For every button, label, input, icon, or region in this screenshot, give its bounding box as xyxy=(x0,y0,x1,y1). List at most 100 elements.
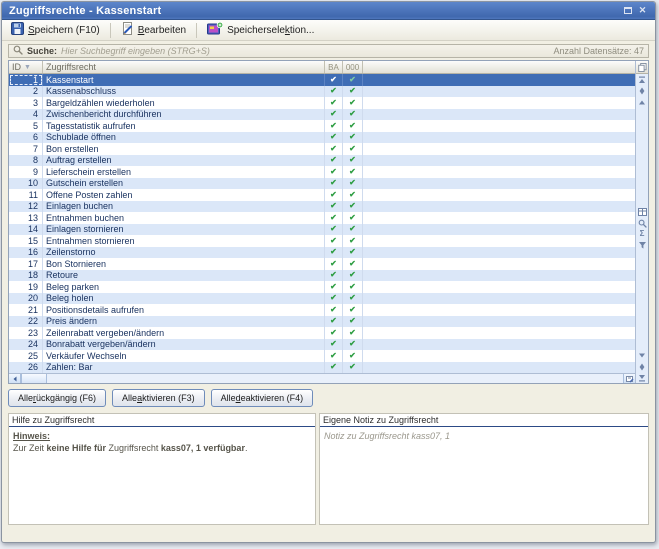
scroll-bottom-icon[interactable] xyxy=(636,372,648,383)
ba-check[interactable]: ✔ xyxy=(325,120,343,132)
ba-check[interactable]: ✔ xyxy=(325,350,343,362)
ba-check[interactable]: ✔ xyxy=(325,235,343,247)
search-input[interactable] xyxy=(61,45,549,57)
ba-check[interactable]: ✔ xyxy=(325,143,343,155)
scroll-left-icon[interactable] xyxy=(9,374,21,383)
ba-check[interactable]: ✔ xyxy=(325,281,343,293)
000-check[interactable]: ✔ xyxy=(343,235,363,247)
table-row[interactable]: 24Bonrabatt vergeben/ändern✔✔ xyxy=(9,339,635,351)
vscrollbar-track[interactable] xyxy=(636,251,648,351)
table-row[interactable]: 2Kassenabschluss✔✔ xyxy=(9,86,635,98)
sum-icon[interactable]: Σ xyxy=(636,229,648,240)
000-check[interactable]: ✔ xyxy=(343,109,363,121)
column-header-ba[interactable]: BA xyxy=(325,61,343,73)
vscrollbar-track[interactable] xyxy=(636,107,648,207)
000-check[interactable]: ✔ xyxy=(343,247,363,259)
copy-icon[interactable] xyxy=(636,61,648,74)
save-button[interactable]: Speichern (F10) xyxy=(6,21,105,39)
table-row[interactable]: 25Verkäufer Wechseln✔✔ xyxy=(9,350,635,362)
table-row[interactable]: 13Entnahmen buchen✔✔ xyxy=(9,212,635,224)
000-check[interactable]: ✔ xyxy=(343,327,363,339)
table-row[interactable]: 23Zeilenrabatt vergeben/ändern✔✔ xyxy=(9,327,635,339)
ba-check[interactable]: ✔ xyxy=(325,327,343,339)
scroll-down-icon[interactable] xyxy=(636,350,648,361)
restore-icon[interactable] xyxy=(620,4,635,17)
000-check[interactable]: ✔ xyxy=(343,74,363,86)
table-row[interactable]: 5Tagesstatistik aufrufen✔✔ xyxy=(9,120,635,132)
undo-all-button[interactable]: Alle rückgängig (F6) xyxy=(8,389,106,407)
000-check[interactable]: ✔ xyxy=(343,316,363,328)
column-header-id[interactable]: ID ▼ xyxy=(9,61,43,73)
000-check[interactable]: ✔ xyxy=(343,143,363,155)
table-row[interactable]: 26Zahlen: Bar✔✔ xyxy=(9,362,635,374)
table-row[interactable]: 16Zeilenstorno✔✔ xyxy=(9,247,635,259)
ba-check[interactable]: ✔ xyxy=(325,74,343,86)
000-check[interactable]: ✔ xyxy=(343,362,363,374)
000-check[interactable]: ✔ xyxy=(343,155,363,167)
table-row[interactable]: 21Positionsdetails aufrufen✔✔ xyxy=(9,304,635,316)
000-check[interactable]: ✔ xyxy=(343,270,363,282)
ba-check[interactable]: ✔ xyxy=(325,86,343,98)
hscrollbar-track[interactable] xyxy=(47,374,623,383)
filter-customize-icon[interactable] xyxy=(623,374,635,383)
ba-check[interactable]: ✔ xyxy=(325,109,343,121)
edit-button[interactable]: Bearbeiten xyxy=(116,21,191,39)
memory-selection-button[interactable]: Speicherselektion... xyxy=(202,21,319,40)
column-chooser-icon[interactable] xyxy=(636,207,648,218)
column-header-000[interactable]: 000 xyxy=(343,61,363,73)
column-header-zugriffsrecht[interactable]: Zugriffsrecht xyxy=(43,61,325,73)
000-check[interactable]: ✔ xyxy=(343,281,363,293)
ba-check[interactable]: ✔ xyxy=(325,224,343,236)
table-row[interactable]: 9Lieferschein erstellen✔✔ xyxy=(9,166,635,178)
ba-check[interactable]: ✔ xyxy=(325,166,343,178)
000-check[interactable]: ✔ xyxy=(343,258,363,270)
activate-all-button[interactable]: Alle aktivieren (F3) xyxy=(112,389,205,407)
000-check[interactable]: ✔ xyxy=(343,97,363,109)
table-row[interactable]: 18Retoure✔✔ xyxy=(9,270,635,282)
000-check[interactable]: ✔ xyxy=(343,201,363,213)
ba-check[interactable]: ✔ xyxy=(325,97,343,109)
ba-check[interactable]: ✔ xyxy=(325,258,343,270)
scroll-drag-icon[interactable] xyxy=(636,361,648,372)
000-check[interactable]: ✔ xyxy=(343,224,363,236)
ba-check[interactable]: ✔ xyxy=(325,189,343,201)
table-row[interactable]: 15Entnahmen stornieren✔✔ xyxy=(9,235,635,247)
note-text[interactable]: Notiz zu Zugriffsrecht kass07, 1 xyxy=(320,427,648,524)
scroll-top-icon[interactable] xyxy=(636,74,648,85)
horizontal-scrollbar[interactable] xyxy=(9,373,635,383)
table-row[interactable]: 7Bon erstellen✔✔ xyxy=(9,143,635,155)
table-row[interactable]: 17Bon Stornieren✔✔ xyxy=(9,258,635,270)
scroll-drag-icon[interactable] xyxy=(636,85,648,96)
ba-check[interactable]: ✔ xyxy=(325,212,343,224)
table-row[interactable]: 6Schublade öffnen✔✔ xyxy=(9,132,635,144)
000-check[interactable]: ✔ xyxy=(343,339,363,351)
table-row[interactable]: 22Preis ändern✔✔ xyxy=(9,316,635,328)
000-check[interactable]: ✔ xyxy=(343,189,363,201)
000-check[interactable]: ✔ xyxy=(343,120,363,132)
table-row[interactable]: 1Kassenstart✔✔ xyxy=(9,74,635,86)
ba-check[interactable]: ✔ xyxy=(325,362,343,374)
table-row[interactable]: 3Bargeldzählen wiederholen✔✔ xyxy=(9,97,635,109)
000-check[interactable]: ✔ xyxy=(343,350,363,362)
table-row[interactable]: 19Beleg parken✔✔ xyxy=(9,281,635,293)
row-search-icon[interactable] xyxy=(636,218,648,229)
000-check[interactable]: ✔ xyxy=(343,166,363,178)
000-check[interactable]: ✔ xyxy=(343,304,363,316)
ba-check[interactable]: ✔ xyxy=(325,155,343,167)
ba-check[interactable]: ✔ xyxy=(325,339,343,351)
close-icon[interactable]: ✕ xyxy=(635,4,650,17)
000-check[interactable]: ✔ xyxy=(343,86,363,98)
scroll-up-icon[interactable] xyxy=(636,96,648,107)
ba-check[interactable]: ✔ xyxy=(325,247,343,259)
table-row[interactable]: 14Einlagen stornieren✔✔ xyxy=(9,224,635,236)
table-row[interactable]: 8Auftrag erstellen✔✔ xyxy=(9,155,635,167)
000-check[interactable]: ✔ xyxy=(343,132,363,144)
000-check[interactable]: ✔ xyxy=(343,178,363,190)
hscrollbar-thumb[interactable] xyxy=(21,374,47,383)
ba-check[interactable]: ✔ xyxy=(325,304,343,316)
000-check[interactable]: ✔ xyxy=(343,293,363,305)
table-row[interactable]: 10Gutschein erstellen✔✔ xyxy=(9,178,635,190)
filter-icon[interactable] xyxy=(636,240,648,251)
table-row[interactable]: 20Beleg holen✔✔ xyxy=(9,293,635,305)
ba-check[interactable]: ✔ xyxy=(325,132,343,144)
